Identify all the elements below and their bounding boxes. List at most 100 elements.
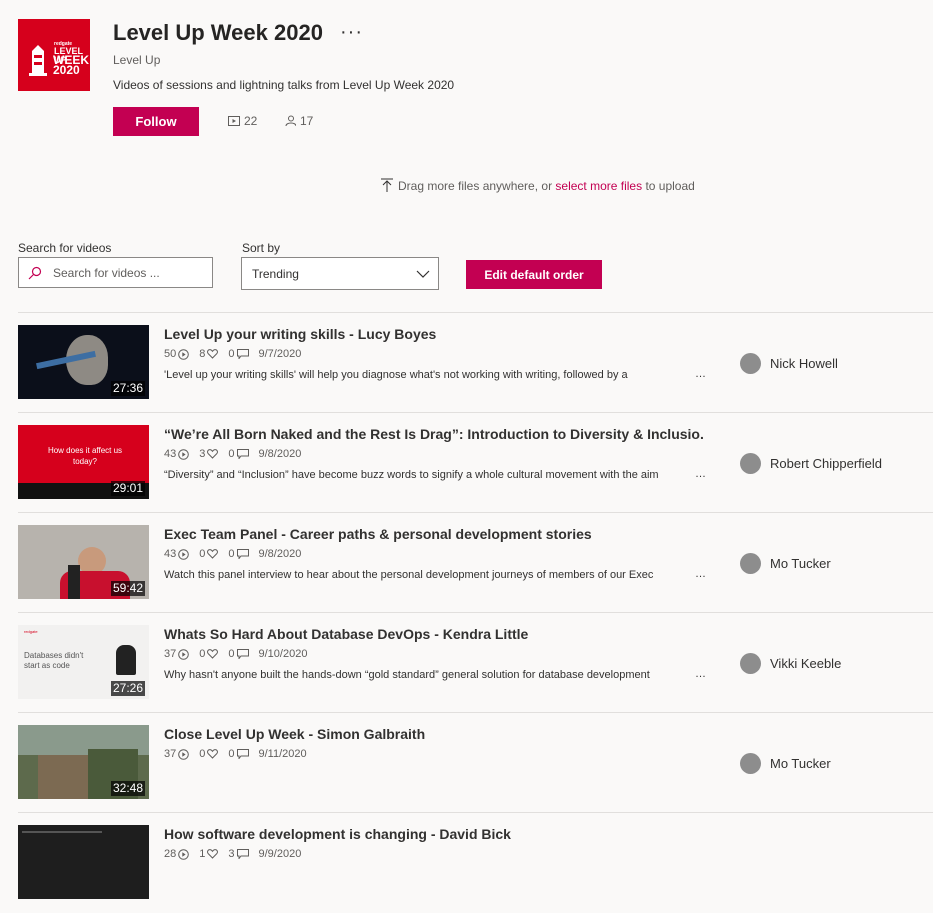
search-box[interactable]: [18, 257, 213, 288]
video-duration: 59:42: [110, 581, 145, 596]
upload-date: 9/7/2020: [258, 348, 302, 360]
sort-dropdown[interactable]: Trending: [241, 257, 439, 290]
video-description: “Diversity” and “Inclusion” have become …: [164, 469, 659, 481]
video-title[interactable]: “We’re All Born Naked and the Rest Is Dr…: [164, 426, 704, 442]
like-count: 0: [199, 748, 219, 760]
sort-value: Trending: [252, 266, 299, 281]
video-owner[interactable]: Robert Chipperfield: [740, 453, 882, 474]
view-count: 28: [164, 848, 190, 860]
select-more-files-link[interactable]: select more files: [555, 179, 642, 193]
thumbnail-caption: Databases didn't start as code: [24, 651, 84, 670]
video-thumbnail[interactable]: 59:42: [18, 525, 149, 599]
video-row[interactable]: 27:36 Level Up your writing skills - Lucy…: [18, 312, 933, 413]
more-description-icon[interactable]: …: [695, 368, 706, 380]
more-description-icon[interactable]: …: [695, 468, 706, 480]
video-thumbnail[interactable]: 27:36: [18, 325, 149, 399]
avatar: [740, 553, 761, 574]
comment-count: 0: [228, 748, 249, 760]
video-count-value: 22: [244, 114, 258, 128]
play-circle-icon: [178, 348, 190, 360]
follower-count: 17: [284, 114, 313, 128]
like-count: 8: [199, 348, 219, 360]
search-label: Search for videos: [18, 241, 112, 255]
thumbnail-caption: How does it affect us today?: [47, 446, 123, 466]
upload-hint: Drag more files anywhere, or select more…: [380, 178, 695, 193]
video-stats: 50 8 0 9/7/2020: [164, 348, 311, 360]
avatar: [740, 353, 761, 374]
video-row[interactable]: How software development is changing - D…: [18, 812, 933, 913]
comment-icon: [236, 449, 249, 459]
video-owner[interactable]: Nick Howell: [740, 353, 838, 374]
video-thumbnail[interactable]: redgate Databases didn't start as code 27:…: [18, 625, 149, 699]
heart-icon: [207, 449, 219, 459]
video-stats: 37 0 0 9/11/2020: [164, 748, 317, 760]
upload-date: 9/8/2020: [258, 548, 302, 560]
heart-icon: [207, 649, 219, 659]
edit-default-order-button[interactable]: Edit default order: [466, 260, 602, 289]
play-circle-icon: [178, 548, 190, 560]
comment-icon: [236, 849, 249, 859]
view-count: 37: [164, 748, 190, 760]
video-row[interactable]: redgate Databases didn't start as code 27:…: [18, 612, 933, 713]
more-description-icon[interactable]: …: [695, 568, 706, 580]
video-description: Watch this panel interview to hear about…: [164, 569, 654, 581]
channel-title: Level Up Week 2020: [113, 20, 323, 45]
video-title[interactable]: Close Level Up Week - Simon Galbraith: [164, 726, 704, 742]
video-title[interactable]: Whats So Hard About Database DevOps - Ke…: [164, 626, 704, 642]
video-stats: 28 1 3 9/9/2020: [164, 848, 311, 860]
video-thumbnail[interactable]: [18, 825, 149, 899]
view-count: 50: [164, 348, 190, 360]
view-count: 37: [164, 648, 190, 660]
video-thumbnail[interactable]: How does it affect us today? 29:01: [18, 425, 149, 499]
video-owner[interactable]: Mo Tucker: [740, 553, 831, 574]
owner-name: Vikki Keeble: [770, 656, 842, 671]
people-icon: [285, 115, 296, 127]
more-options-button[interactable]: ···: [340, 21, 363, 44]
video-stats: 37 0 0 9/10/2020: [164, 648, 317, 660]
comment-count: 3: [228, 848, 249, 860]
video-owner[interactable]: Mo Tucker: [740, 753, 831, 774]
video-row[interactable]: 32:48 Close Level Up Week - Simon Galbrai…: [18, 712, 933, 813]
play-circle-icon: [178, 748, 190, 760]
logo-line-3: 2020: [53, 63, 80, 77]
more-description-icon[interactable]: …: [695, 668, 706, 680]
upload-arrow-icon: [381, 178, 393, 192]
video-row[interactable]: How does it affect us today? 29:01 “We’re …: [18, 412, 933, 513]
heart-icon: [207, 349, 219, 359]
video-title[interactable]: Exec Team Panel - Career paths & persona…: [164, 526, 704, 542]
view-count: 43: [164, 548, 190, 560]
heart-icon: [207, 549, 219, 559]
video-row[interactable]: 59:42 Exec Team Panel - Career paths & pe…: [18, 512, 933, 613]
follower-count-value: 17: [300, 114, 314, 128]
like-count: 0: [199, 648, 219, 660]
like-count: 3: [199, 448, 219, 460]
play-circle-icon: [178, 448, 190, 460]
upload-date: 9/11/2020: [258, 748, 307, 760]
video-duration: 27:36: [110, 381, 145, 396]
video-thumbnail[interactable]: 32:48: [18, 725, 149, 799]
upload-suffix: to upload: [642, 178, 695, 193]
video-duration: 27:26: [110, 681, 145, 696]
avatar: [740, 653, 761, 674]
video-title[interactable]: Level Up your writing skills - Lucy Boye…: [164, 326, 704, 342]
comment-count: 0: [228, 648, 249, 660]
owner-name: Nick Howell: [770, 356, 838, 371]
avatar: [740, 753, 761, 774]
search-icon: [28, 266, 42, 279]
video-title[interactable]: How software development is changing - D…: [164, 826, 704, 842]
channel-description: Videos of sessions and lightning talks f…: [113, 78, 455, 92]
video-stats: 43 0 0 9/8/2020: [164, 548, 311, 560]
search-input[interactable]: [53, 265, 203, 280]
video-description: Why hasn't anyone built the hands-down “…: [164, 669, 650, 681]
comment-count: 0: [228, 448, 249, 460]
heart-icon: [207, 749, 219, 759]
comment-icon: [236, 649, 249, 659]
owner-name: Robert Chipperfield: [770, 456, 883, 471]
channel-logo: redgate LEVEL UP WEEK 2020: [18, 19, 90, 91]
video-description: 'Level up your writing skills' will help…: [164, 369, 628, 381]
video-owner[interactable]: Vikki Keeble: [740, 653, 841, 674]
upload-date: 9/8/2020: [258, 448, 302, 460]
video-duration: 32:48: [110, 781, 145, 796]
follow-button[interactable]: Follow: [113, 107, 199, 136]
channel-group-link[interactable]: Level Up: [113, 53, 160, 67]
